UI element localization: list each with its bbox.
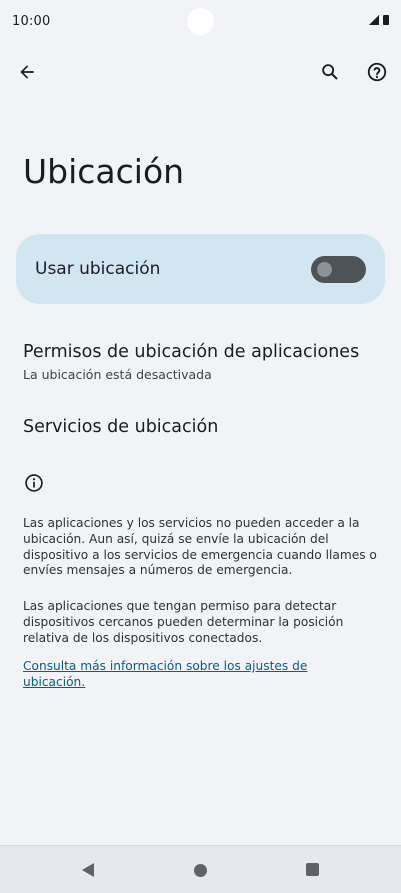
system-navigation-bar — [0, 845, 401, 893]
arrow-back-icon — [20, 65, 34, 79]
nav-home-icon[interactable] — [194, 864, 207, 877]
help-button[interactable] — [361, 56, 393, 88]
nav-recents-icon[interactable] — [306, 863, 319, 876]
nav-back-icon[interactable] — [82, 863, 94, 877]
learn-more-link[interactable]: Consulta más información sobre los ajust… — [23, 659, 353, 691]
help-icon — [367, 62, 387, 82]
signal-icon — [369, 15, 379, 25]
info-paragraph-emergency: Las aplicaciones y los servicios no pued… — [23, 516, 377, 578]
status-time: 10:00 — [12, 14, 51, 29]
status-bar: 10:00 — [0, 0, 401, 48]
search-button[interactable] — [314, 56, 346, 88]
camera-cutout — [187, 8, 214, 35]
status-icons — [369, 15, 389, 25]
location-services-item[interactable]: Servicios de ubicación — [0, 405, 401, 455]
page-title: Ubicación — [23, 152, 185, 191]
info-icon — [25, 474, 43, 492]
top-app-bar — [0, 52, 401, 92]
app-location-permissions-item[interactable]: Permisos de ubicación de aplicaciones La… — [0, 330, 401, 390]
location-services-title: Servicios de ubicación — [23, 417, 219, 437]
app-location-permissions-subtitle: La ubicación está desactivada — [23, 367, 212, 382]
switch-thumb — [317, 262, 332, 277]
battery-icon — [383, 15, 389, 25]
use-location-switch[interactable] — [311, 256, 366, 283]
use-location-toggle-card[interactable]: Usar ubicación — [16, 234, 385, 304]
back-button[interactable] — [11, 56, 43, 88]
app-location-permissions-title: Permisos de ubicación de aplicaciones — [23, 342, 360, 362]
use-location-label: Usar ubicación — [35, 259, 161, 279]
info-paragraph-nearby-devices: Las aplicaciones que tengan permiso para… — [23, 599, 344, 645]
search-icon — [322, 64, 338, 80]
